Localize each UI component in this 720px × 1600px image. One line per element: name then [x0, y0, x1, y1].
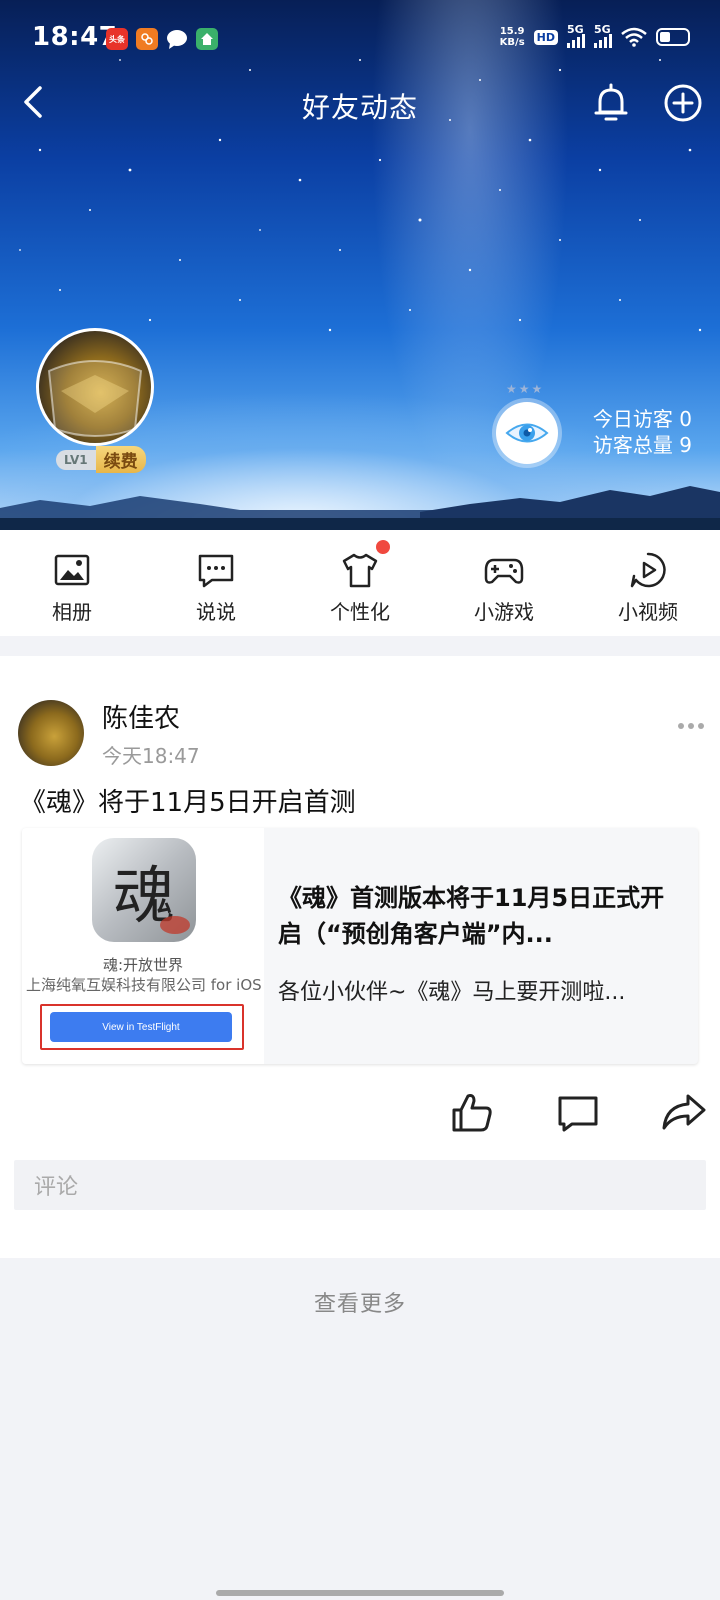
vip-level-badge[interactable]: LV1 续费	[56, 446, 146, 473]
feature-talk-label: 说说	[196, 600, 236, 624]
signal-1-label: 5G	[567, 23, 584, 36]
see-more-button[interactable]: 查看更多	[0, 1286, 720, 1318]
feature-personalize-label: 个性化	[330, 600, 390, 624]
post-author-name[interactable]: 陈佳农	[102, 698, 180, 735]
visitors-today: 今日访客 0	[592, 407, 692, 431]
view-in-testflight-button: View in TestFlight	[50, 1012, 232, 1042]
visitors-total: 访客总量 9	[592, 433, 692, 457]
post-timestamp: 今天18:47	[102, 744, 200, 768]
shared-link-card[interactable]: 魂 魂:开放世界 上海纯氧互娱科技有限公司 for iOS View in Te…	[22, 828, 698, 1064]
signal-2-icon: 5G	[594, 23, 612, 48]
system-icons: 15.9 KB/s HD 5G 5G	[500, 23, 690, 48]
network-speed-value: 15.9	[499, 26, 525, 37]
add-post-button[interactable]	[660, 80, 706, 126]
visitor-stats[interactable]: 今日访客 0 访客总量 9	[584, 406, 692, 458]
eye-icon	[505, 423, 549, 443]
gamepad-icon	[484, 558, 524, 584]
play-circle-icon	[630, 552, 666, 588]
app-logo-icon: 魂	[92, 838, 196, 942]
share-arrow-icon	[662, 1094, 706, 1130]
plus-circle-icon	[664, 84, 702, 122]
feature-games[interactable]: 小游戏	[432, 530, 576, 636]
wifi-icon	[621, 27, 647, 47]
post-text: 《魂》将于11月5日开启首测	[20, 788, 356, 818]
more-options-button[interactable]	[678, 716, 712, 736]
whisky-glass-photo	[47, 360, 143, 437]
status-time: 18:47	[32, 22, 118, 52]
toutiao-app-icon: 头条	[106, 28, 128, 50]
dot-icon	[678, 723, 684, 729]
cover-banner[interactable]: 18:47 头条 15.9 KB/s HD 5G 5G 好友动态 LV1 续费 …	[0, 0, 720, 530]
image-icon	[54, 554, 90, 586]
stars-decoration-icon: ★★★	[506, 382, 545, 396]
battery-icon	[656, 28, 690, 46]
level-label: LV1	[56, 449, 96, 470]
signal-1-icon: 5G	[567, 23, 585, 48]
share-button[interactable]	[660, 1090, 708, 1134]
hd-voice-icon: HD	[533, 29, 558, 45]
bell-icon	[594, 83, 628, 121]
shared-link-thumbnail: 魂 魂:开放世界 上海纯氧互娱科技有限公司 for iOS View in Te…	[22, 828, 264, 1064]
thumbs-up-icon	[452, 1094, 492, 1132]
feature-personalize[interactable]: 个性化	[288, 530, 432, 636]
app-name: 魂:开放世界	[102, 956, 184, 974]
renew-button[interactable]: 续费	[95, 446, 146, 473]
dot-icon	[688, 723, 694, 729]
notifications-button[interactable]	[588, 80, 634, 126]
tshirt-icon	[342, 553, 378, 588]
orange-app-icon	[136, 28, 158, 50]
toutiao-app-label: 头条	[109, 34, 125, 44]
feature-video-label: 小视频	[618, 600, 678, 624]
signal-2-label: 5G	[594, 23, 611, 36]
post-author-avatar[interactable]	[18, 700, 84, 766]
like-button[interactable]	[450, 1090, 494, 1134]
shared-link-description: 各位小伙伴~《魂》马上要开测啦...	[278, 980, 626, 1005]
visitors-button[interactable]	[496, 402, 558, 464]
shared-link-title: 《魂》首测版本将于11月5日正式开启（“预创角客户端”内...	[278, 884, 665, 948]
feature-games-label: 小游戏	[474, 600, 534, 624]
feed-post: 陈佳农 今天18:47 《魂》将于11月5日开启首测 魂 魂:开放世界 上海纯氧…	[0, 656, 720, 1258]
home-indicator[interactable]	[216, 1590, 504, 1596]
feature-bar: 相册 说说 个性化 小游戏 小视频	[0, 530, 720, 636]
profile-avatar[interactable]	[36, 328, 154, 446]
network-speed-unit: KB/s	[499, 37, 525, 48]
comment-icon	[558, 1096, 598, 1132]
feature-album-label: 相册	[52, 600, 92, 624]
highlight-frame: View in TestFlight	[40, 1004, 244, 1050]
feature-album[interactable]: 相册	[0, 530, 144, 636]
new-badge-dot	[376, 540, 390, 554]
feature-video[interactable]: 小视频	[576, 530, 720, 636]
app-developer: 上海纯氧互娱科技有限公司 for iOS	[26, 976, 262, 994]
status-bar: 18:47 头条 15.9 KB/s HD 5G 5G	[0, 0, 720, 80]
comment-input[interactable]: 评论	[14, 1160, 706, 1210]
comment-button[interactable]	[556, 1090, 600, 1134]
home-app-icon	[196, 28, 218, 50]
feature-talk[interactable]: 说说	[144, 530, 288, 636]
chat-bubble-icon	[198, 554, 234, 588]
message-icon	[166, 28, 188, 50]
notification-icons: 头条	[106, 28, 218, 50]
network-speed: 15.9 KB/s	[500, 26, 525, 48]
comment-placeholder: 评论	[34, 1175, 79, 1200]
dot-icon	[698, 723, 704, 729]
